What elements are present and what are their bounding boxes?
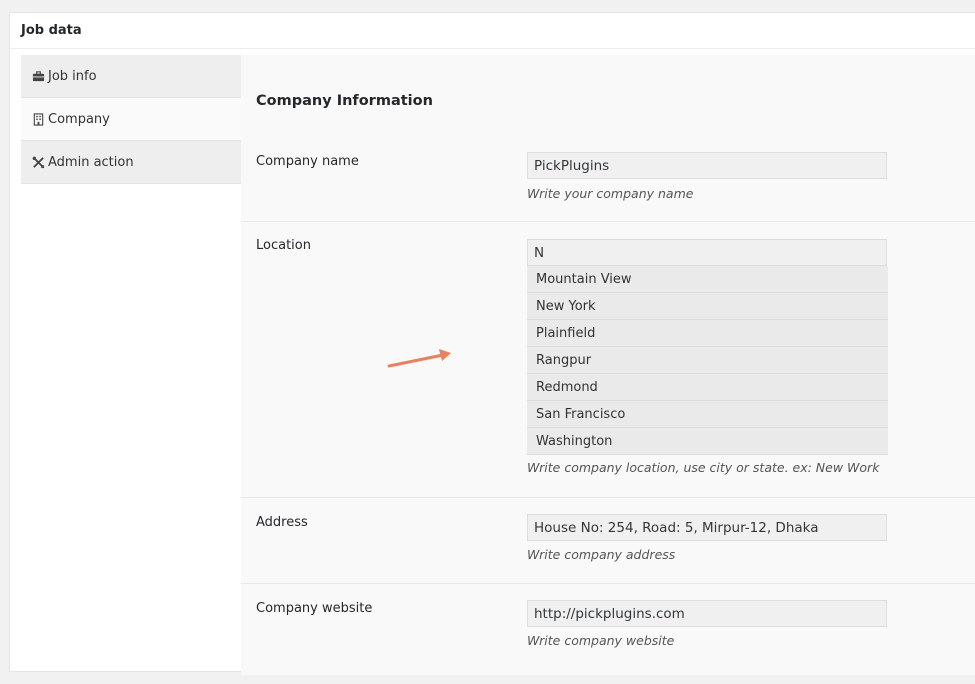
- suggestion-item[interactable]: Plainfield: [527, 320, 888, 347]
- suggestion-item[interactable]: Washington: [527, 428, 888, 455]
- address-input[interactable]: House No: 254, Road: 5, Mirpur-12, Dhaka: [527, 514, 887, 541]
- tab-company[interactable]: Company: [21, 98, 241, 141]
- field-row-address: Address House No: 254, Road: 5, Mirpur-1…: [241, 498, 975, 584]
- website-input[interactable]: http://pickplugins.com: [527, 600, 887, 627]
- address-label: Address: [256, 515, 308, 530]
- suggestion-item[interactable]: New York: [527, 293, 888, 320]
- metabox-title: Job data: [10, 13, 975, 49]
- website-hint: Write company website: [527, 633, 675, 648]
- tab-admin-action[interactable]: Admin action: [21, 141, 241, 184]
- suggestion-item[interactable]: Mountain View: [527, 266, 888, 293]
- suggestion-item[interactable]: Rangpur: [527, 347, 888, 374]
- tab-content-panel: Company Information Company name PickPlu…: [241, 55, 975, 675]
- location-hint: Write company location, use city or stat…: [527, 460, 880, 475]
- tab-list: Job info Company Admin action: [21, 55, 241, 184]
- field-row-website: Company website http://pickplugins.com W…: [241, 584, 975, 684]
- tools-icon: [31, 155, 45, 169]
- location-input[interactable]: N: [527, 239, 887, 266]
- field-row-company-name: Company name PickPlugins Write your comp…: [241, 140, 975, 222]
- website-label: Company website: [256, 601, 373, 616]
- company-name-hint: Write your company name: [527, 186, 694, 201]
- location-suggestions: Mountain View New York Plainfield Rangpu…: [527, 266, 888, 455]
- company-name-label: Company name: [256, 154, 359, 169]
- section-title: Company Information: [256, 93, 433, 109]
- annotation-arrow-icon: [387, 349, 451, 368]
- tab-label: Admin action: [48, 154, 134, 170]
- tab-job-info[interactable]: Job info: [21, 55, 241, 98]
- briefcase-icon: [31, 69, 45, 83]
- suggestion-item[interactable]: Redmond: [527, 374, 888, 401]
- address-hint: Write company address: [527, 547, 676, 562]
- job-data-metabox: Job data Job info Company Admin action C…: [9, 12, 975, 675]
- suggestion-item[interactable]: San Francisco: [527, 401, 888, 428]
- tab-label: Job info: [48, 68, 97, 84]
- tab-label: Company: [48, 111, 110, 127]
- location-label: Location: [256, 238, 311, 253]
- field-row-location: Location N Mountain View New York Plainf…: [241, 222, 975, 498]
- building-icon: [31, 112, 45, 126]
- company-name-input[interactable]: PickPlugins: [527, 152, 887, 179]
